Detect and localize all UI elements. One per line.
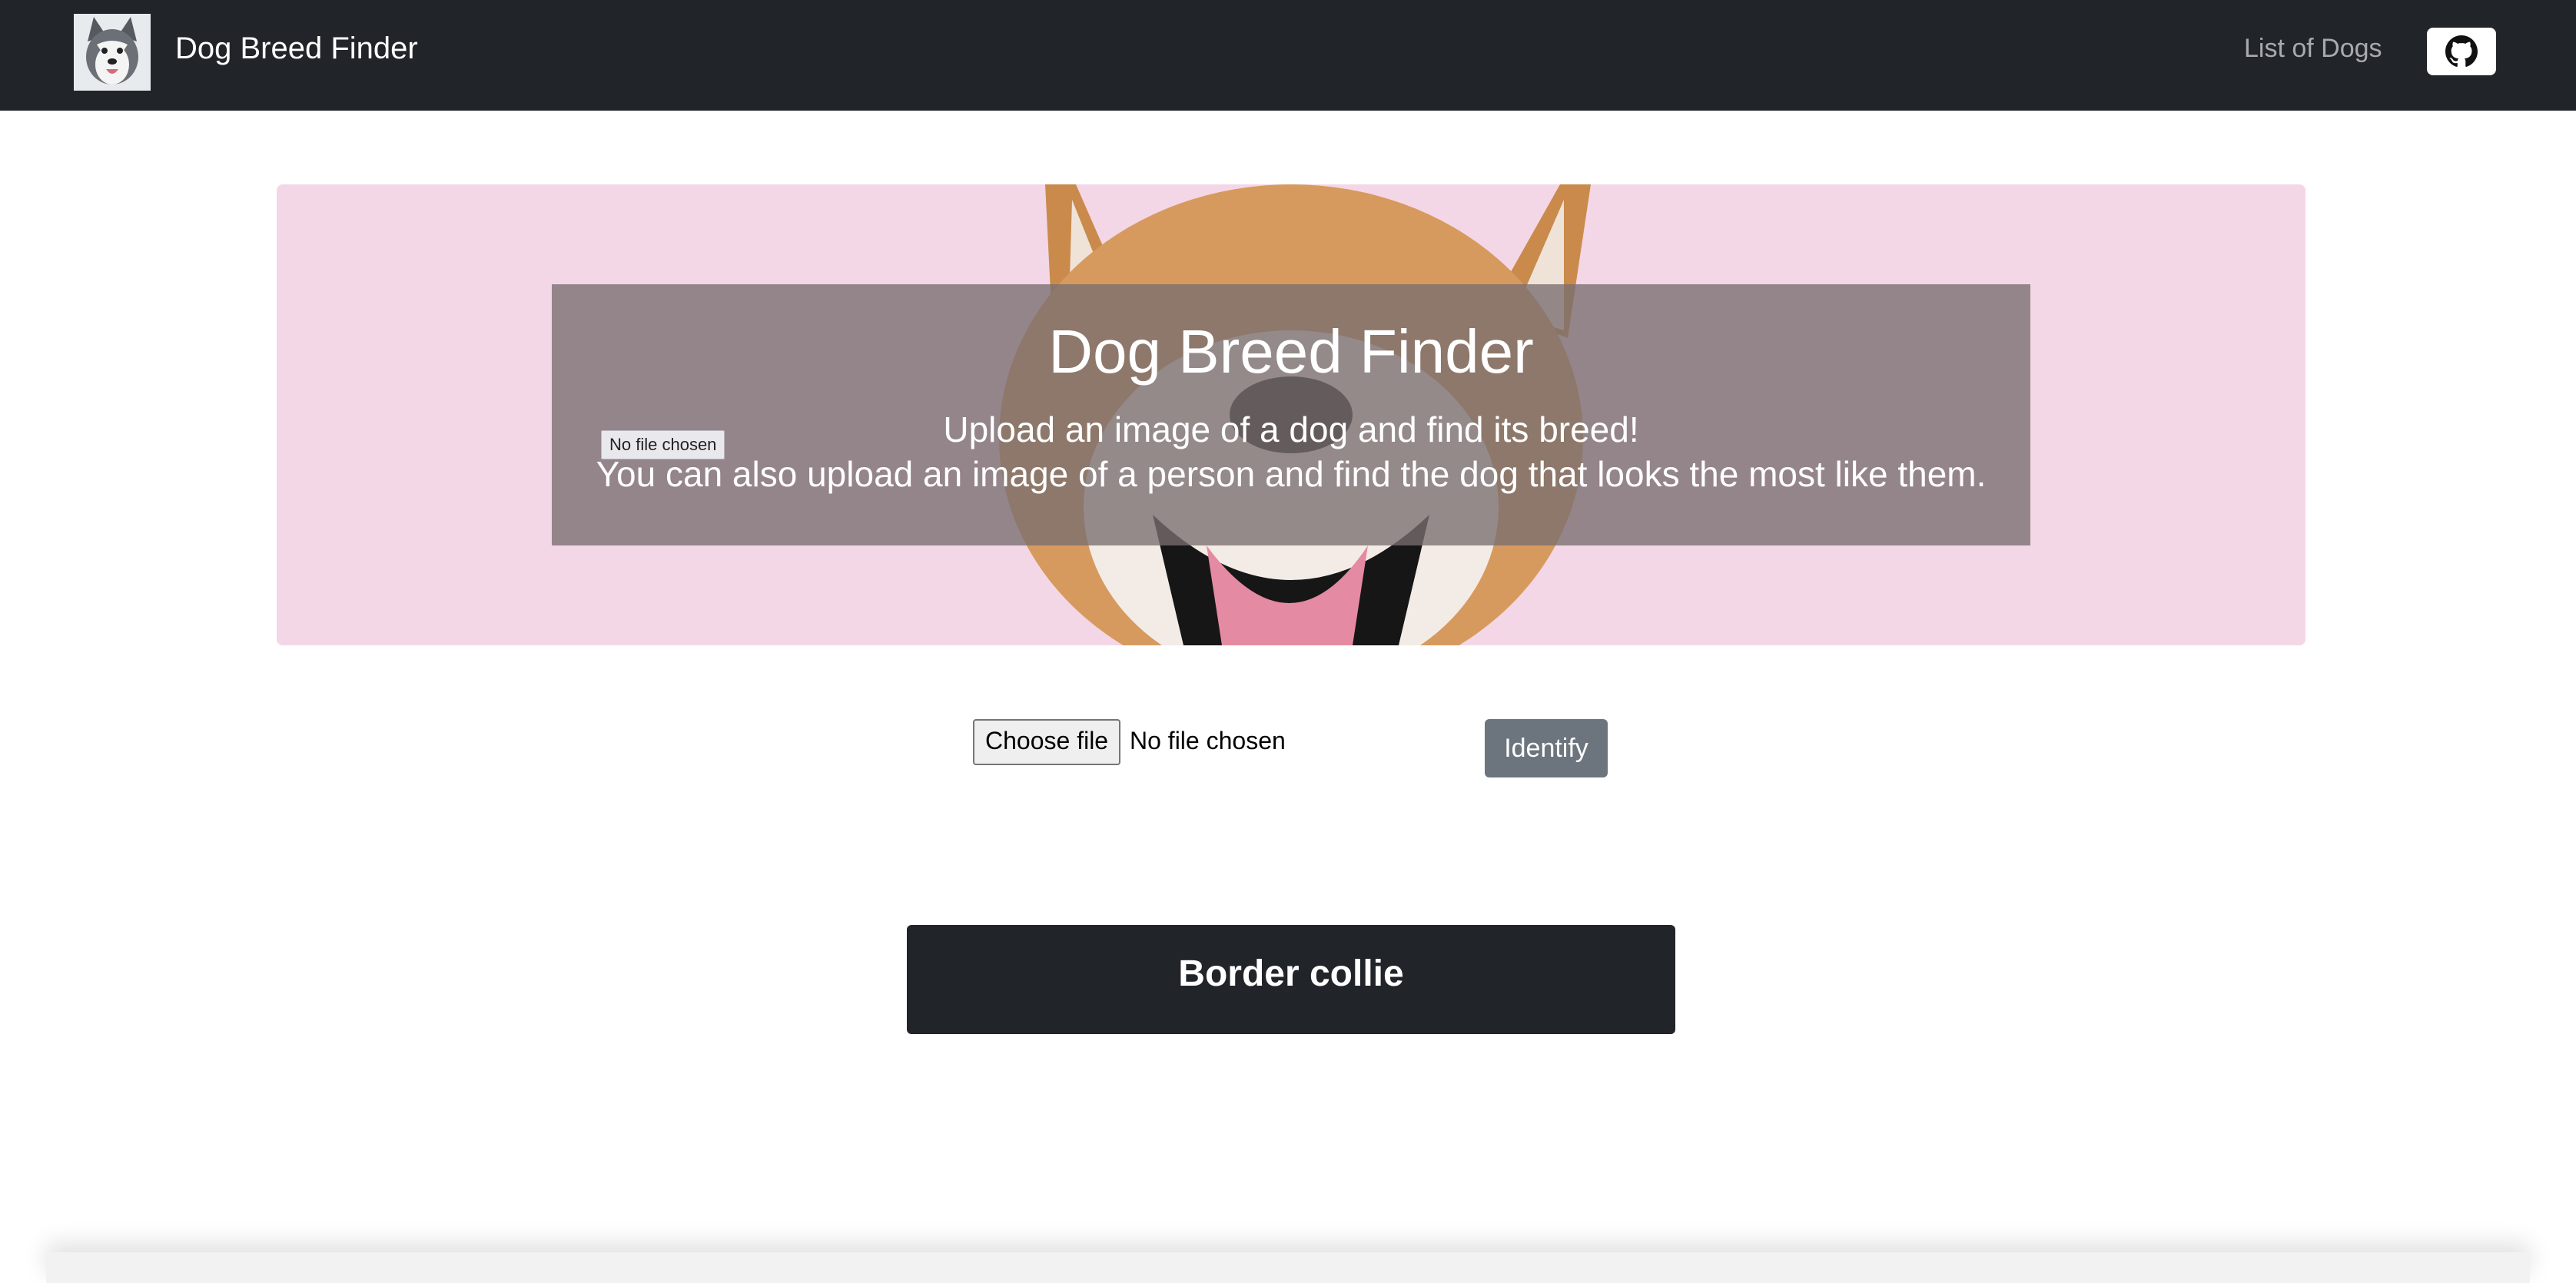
- identify-button[interactable]: Identify: [1485, 719, 1608, 777]
- result-breed-box: Border collie: [907, 925, 1675, 1034]
- hero-file-chip[interactable]: No file chosen: [601, 430, 725, 459]
- hero-line-1: Upload an image of a dog and find its br…: [943, 409, 1639, 449]
- hero-banner: Dog Breed Finder Upload an image of a do…: [277, 184, 2305, 645]
- husky-dog-logo-icon[interactable]: [74, 14, 151, 91]
- brand-title[interactable]: Dog Breed Finder: [175, 29, 418, 68]
- hero-title: Dog Breed Finder: [1048, 317, 1534, 386]
- nav-link-list-of-dogs[interactable]: List of Dogs: [2244, 29, 2382, 68]
- hero-overlay: Dog Breed Finder Upload an image of a do…: [552, 284, 2030, 545]
- choose-file-button[interactable]: Choose file: [973, 719, 1121, 765]
- github-icon: [2445, 35, 2478, 67]
- bottom-edge-shadow: [46, 1252, 2530, 1283]
- github-button[interactable]: [2427, 28, 2496, 75]
- file-status-text: No file chosen: [1130, 727, 1286, 754]
- hero-line-2: You can also upload an image of a person…: [596, 454, 1987, 494]
- navbar: Dog Breed Finder List of Dogs: [0, 0, 2576, 111]
